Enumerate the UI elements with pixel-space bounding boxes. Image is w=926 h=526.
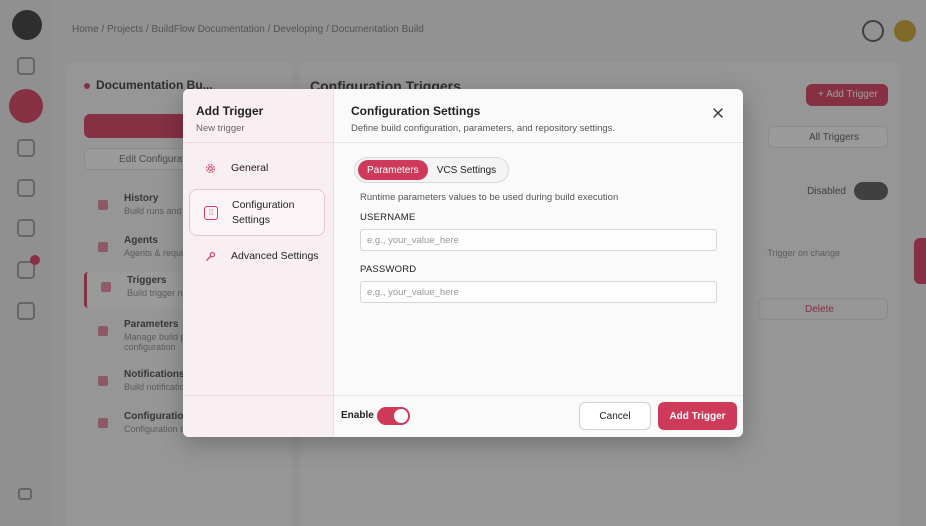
add-trigger-dialog: Add Trigger New trigger General ⁞⁞ Confi… [183,89,743,437]
sidebar-item-label: Configuration Settings [232,198,295,226]
dialog-subtitle: Define build configuration, parameters, … [351,123,616,134]
sidebar-item-configuration-settings[interactable]: ⁞⁞ Configuration Settings [189,189,325,236]
enable-label: Enable [341,410,374,421]
dialog-sidebar-title: Add Trigger [196,104,264,118]
tab-parameters[interactable]: Parameters [358,160,428,180]
sidebar-item-general[interactable]: General [189,155,325,181]
sidebar-item-label: General [231,161,269,174]
sidebar-item-advanced-settings[interactable]: Advanced Settings [189,243,325,269]
sidebar-item-label: Advanced Settings [231,249,319,262]
dialog-sidebar-subtitle: New trigger [196,123,245,134]
username-label: USERNAME [360,212,416,223]
password-input[interactable] [360,281,717,303]
password-label: PASSWORD [360,264,417,275]
toggle-knob [394,409,408,423]
sidebar-divider [183,395,334,396]
close-icon[interactable] [711,106,725,120]
cancel-button[interactable]: Cancel [579,402,651,430]
enable-toggle[interactable] [377,407,410,425]
tab-vcs-settings[interactable]: VCS Settings [428,160,505,180]
wrench-icon [199,251,221,262]
parameters-hint: Runtime parameters values to be used dur… [360,192,619,203]
username-input[interactable] [360,229,717,251]
settings-tabs: Parameters VCS Settings [354,157,510,183]
dialog-sidebar-header: Add Trigger New trigger [183,89,334,143]
gear-icon [199,163,221,174]
dialog-header: Configuration Settings Define build conf… [334,89,743,143]
dialog-sidebar: Add Trigger New trigger General ⁞⁞ Confi… [183,89,334,437]
sliders-icon: ⁞⁞ [200,205,222,220]
dialog-title: Configuration Settings [351,104,481,118]
add-trigger-submit-button[interactable]: Add Trigger [658,402,737,430]
